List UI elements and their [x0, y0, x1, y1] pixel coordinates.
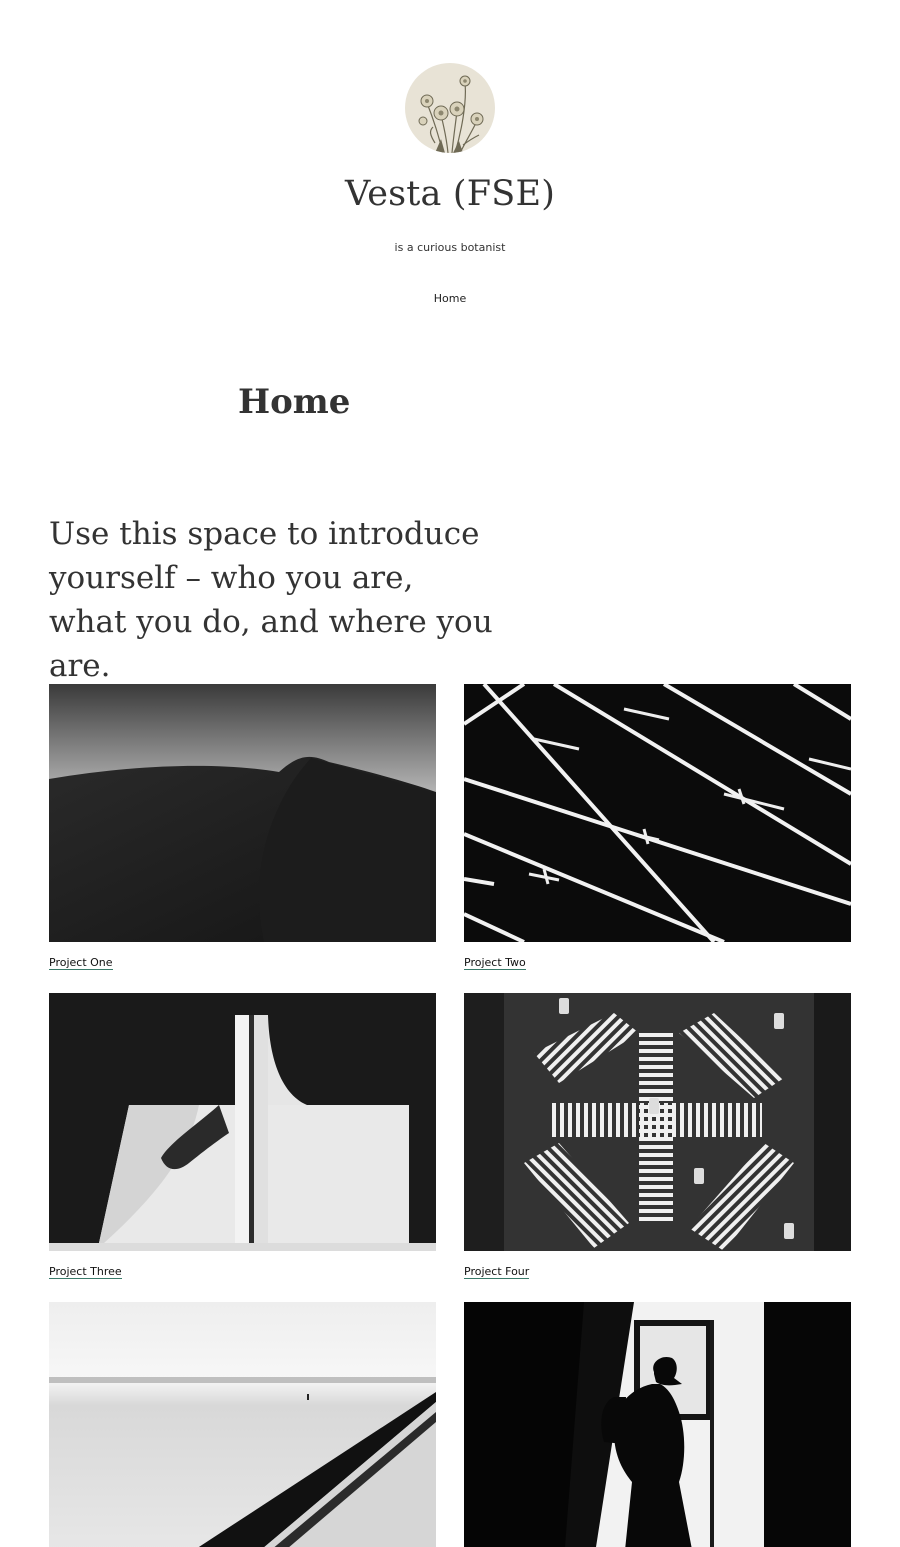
nav-item-home[interactable]: Home	[434, 292, 466, 305]
project-one-link[interactable]: Project One	[49, 956, 113, 970]
page-title: Home	[238, 382, 351, 422]
intro-text: Use this space to introduce yourself – w…	[49, 516, 493, 684]
project-card	[464, 1302, 851, 1547]
site-tagline: is a curious botanist	[394, 241, 506, 254]
project-four-link[interactable]: Project Four	[464, 1265, 530, 1279]
project-two-link[interactable]: Project Two	[464, 956, 526, 970]
primary-navigation: Home	[0, 292, 900, 305]
flower-illustration-icon	[418, 75, 484, 153]
project-card: Project Two	[464, 684, 851, 970]
sand-dune-photo[interactable]	[49, 684, 436, 942]
concrete-tower-photo[interactable]	[49, 993, 436, 1251]
road-markings-photo[interactable]	[464, 684, 851, 942]
project-card: Project One	[49, 684, 436, 970]
project-card: Project Four	[464, 993, 851, 1279]
site-title[interactable]: Vesta (FSE)	[0, 174, 900, 214]
project-card	[49, 1302, 436, 1547]
site-header: Vesta (FSE) is a curious botanist Home	[0, 0, 900, 340]
project-three-link[interactable]: Project Three	[49, 1265, 122, 1279]
beach-shadow-photo[interactable]	[49, 1302, 436, 1547]
project-card: Project Three	[49, 993, 436, 1279]
silhouette-doorway-photo[interactable]	[464, 1302, 851, 1547]
site-logo[interactable]	[405, 63, 495, 153]
crosswalk-aerial-photo[interactable]	[464, 993, 851, 1251]
